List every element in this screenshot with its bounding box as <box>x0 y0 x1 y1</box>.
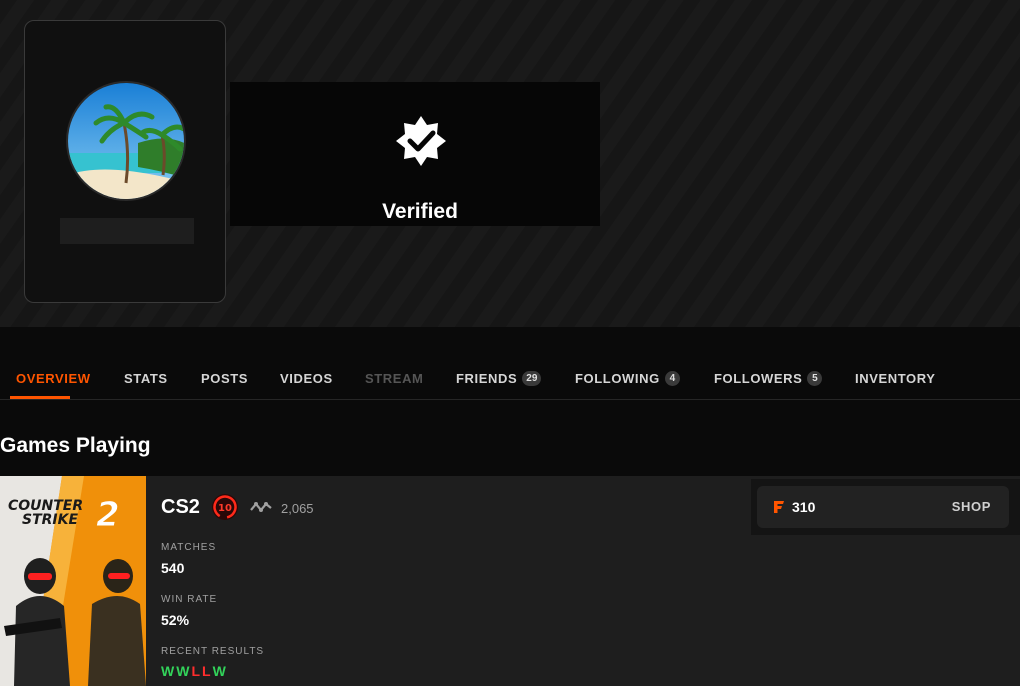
cs2-cover-image: COUNTER STRIKE 2 <box>0 476 146 686</box>
tab-label: VIDEOS <box>280 371 333 386</box>
profile-tabs: OVERVIEW STATS POSTS VIDEOS STREAM FRIEN… <box>0 360 1020 400</box>
result-item: W <box>161 663 175 679</box>
tab-inventory[interactable]: INVENTORY <box>855 371 936 386</box>
shop-button[interactable]: SHOP <box>952 499 991 514</box>
result-item: L <box>202 663 211 679</box>
tab-following[interactable]: FOLLOWING 4 <box>575 371 680 386</box>
tab-videos[interactable]: VIDEOS <box>280 371 333 386</box>
tab-label: OVERVIEW <box>16 371 91 386</box>
tab-label: FOLLOWERS <box>714 371 803 386</box>
skill-level-badge: 10 <box>212 494 238 520</box>
win-rate-value: 52% <box>161 612 190 628</box>
tab-label: POSTS <box>201 371 249 386</box>
tab-stats[interactable]: STATS <box>124 371 168 386</box>
tab-followers[interactable]: FOLLOWERS 5 <box>714 371 823 386</box>
verified-label: Verified <box>382 200 458 223</box>
recent-results: W W L L W <box>161 663 226 679</box>
tab-label: STATS <box>124 371 168 386</box>
elo-icon <box>250 502 272 512</box>
followers-count-badge: 5 <box>807 371 823 386</box>
elo-value: 2,065 <box>281 501 314 516</box>
avatar[interactable] <box>66 81 186 201</box>
points-shop-bar: 310 SHOP <box>757 486 1009 528</box>
profile-card <box>24 20 226 303</box>
avatar-beach-image <box>68 83 184 199</box>
result-item: L <box>191 663 200 679</box>
points-value: 310 <box>792 499 816 515</box>
result-item: W <box>212 663 226 679</box>
tab-label: STREAM <box>365 371 424 386</box>
friends-count-badge: 29 <box>522 371 542 386</box>
tab-label: INVENTORY <box>855 371 936 386</box>
verified-panel: Verified <box>230 82 600 226</box>
tab-posts[interactable]: POSTS <box>201 371 248 386</box>
matches-label: MATCHES <box>161 542 217 553</box>
verified-badge-icon <box>396 116 446 166</box>
faceit-points-icon <box>774 501 784 513</box>
game-name: CS2 <box>161 496 200 518</box>
tab-friends[interactable]: FRIENDS 29 <box>456 371 542 386</box>
win-rate-label: WIN RATE <box>161 594 218 605</box>
game-card: COUNTER STRIKE 2 CS2 10 2,065 MATCHES 54… <box>0 476 1020 686</box>
nickname-placeholder <box>60 218 194 244</box>
points-shop-panel: 310 SHOP <box>751 479 1020 535</box>
tab-overview[interactable]: OVERVIEW <box>16 371 91 386</box>
following-count-badge: 4 <box>664 371 680 386</box>
cover-title-number: 2 <box>96 495 120 535</box>
active-tab-indicator <box>10 396 70 399</box>
cover-title-line2: STRIKE <box>22 512 78 528</box>
tab-stream: STREAM <box>365 371 424 386</box>
matches-value: 540 <box>161 560 185 576</box>
skill-level-value: 10 <box>218 503 232 514</box>
recent-results-label: RECENT RESULTS <box>161 646 265 657</box>
result-item: W <box>176 663 190 679</box>
section-title: Games Playing <box>0 434 151 457</box>
game-cover-art[interactable]: COUNTER STRIKE 2 <box>0 476 146 686</box>
tab-label: FRIENDS <box>456 371 518 386</box>
tab-label: FOLLOWING <box>575 371 660 386</box>
